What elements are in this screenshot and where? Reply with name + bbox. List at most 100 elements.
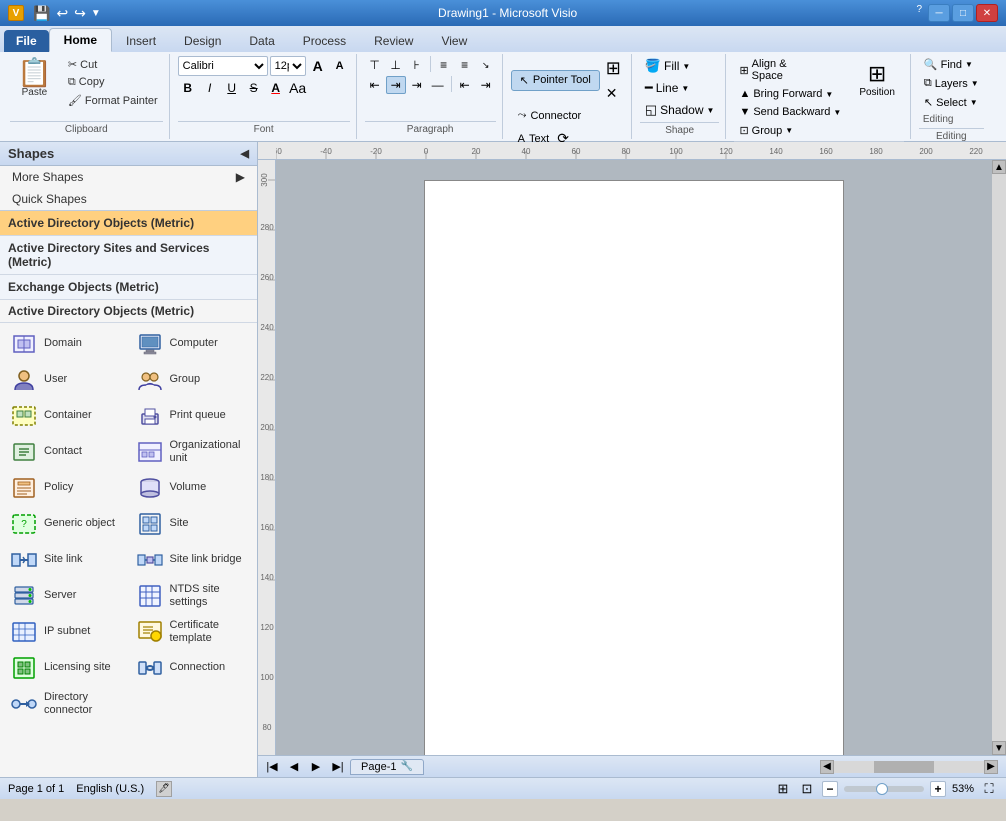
align-right-btn[interactable]: ⇥ (407, 76, 427, 94)
shadow-button[interactable]: ◱ Shadow ▼ (640, 100, 720, 120)
scroll-left-btn[interactable]: ◀ (820, 760, 834, 774)
full-screen-btn[interactable]: ⛶ (980, 780, 998, 798)
shape-server[interactable]: Server (4, 579, 128, 613)
tab-view[interactable]: View (427, 30, 481, 52)
shape-ip-subnet[interactable]: IP subnet (4, 615, 128, 649)
inc-indent-btn[interactable]: ⇥ (476, 76, 496, 94)
scroll-right-btn[interactable]: ▶ (984, 760, 998, 774)
select-button[interactable]: ↖ Select ▼ (919, 94, 983, 111)
shape-policy[interactable]: Policy (4, 471, 128, 505)
para-more-btn[interactable]: ↘ (476, 56, 496, 74)
tab-design[interactable]: Design (170, 30, 235, 52)
underline-btn[interactable]: U (222, 78, 242, 98)
canvas-content[interactable] (276, 160, 992, 755)
shape-certificate[interactable]: Certificate template (130, 615, 254, 649)
shape-org-unit[interactable]: Organizational unit (130, 435, 254, 469)
maximize-btn[interactable]: □ (952, 4, 974, 22)
tool-option-x[interactable]: ✕ (602, 83, 625, 104)
h-scroll-track[interactable] (834, 761, 984, 773)
align-middle-btn[interactable]: ⊥ (386, 56, 406, 74)
shape-domain[interactable]: Domain (4, 327, 128, 361)
tab-process[interactable]: Process (289, 30, 360, 52)
tool-option-box[interactable]: ⊞ (602, 56, 625, 81)
justify-btn[interactable]: — (428, 76, 448, 94)
shape-dir-connector[interactable]: Directory connector (4, 687, 128, 721)
layers-button[interactable]: ⧉ Layers ▼ (919, 75, 984, 92)
align-bottom-btn[interactable]: ⊦ (407, 56, 427, 74)
number-btn[interactable]: ≡ (455, 56, 475, 74)
bring-forward-btn[interactable]: ▲ Bring Forward ▼ (734, 86, 846, 102)
shape-site-link-bridge[interactable]: Site link bridge (130, 543, 254, 577)
bullet-btn[interactable]: ≡ (434, 56, 454, 74)
bold-btn[interactable]: B (178, 78, 198, 98)
font-family-select[interactable]: Calibri (178, 56, 268, 76)
tab-data[interactable]: Data (235, 30, 288, 52)
zoom-out-btn[interactable]: − (822, 781, 838, 797)
shape-computer[interactable]: Computer (130, 327, 254, 361)
right-scrollbar[interactable]: ▲ ▼ (992, 160, 1006, 755)
align-center-btn[interactable]: ⇥ (386, 76, 406, 94)
shape-contact[interactable]: Contact (4, 435, 128, 469)
qa-dropdown-btn[interactable]: ▼ (91, 8, 101, 19)
redo-qa-btn[interactable]: ↪ (74, 5, 86, 22)
fit-page-btn[interactable]: ⊡ (798, 780, 816, 798)
scroll-down-btn[interactable]: ▼ (992, 741, 1006, 755)
prev-page-btn[interactable]: ◀ (284, 758, 304, 776)
strikethrough-btn[interactable]: S (244, 78, 264, 98)
cut-button[interactable]: ✂ Cut (63, 56, 163, 73)
connector-button[interactable]: ⤳ Connector (511, 106, 589, 125)
first-page-btn[interactable]: |◀ (262, 758, 282, 776)
help-btn[interactable]: ? (916, 4, 922, 22)
tab-review[interactable]: Review (360, 30, 427, 52)
italic-btn[interactable]: I (200, 78, 220, 98)
category-exchange[interactable]: Exchange Objects (Metric) (0, 275, 257, 300)
group-btn[interactable]: ⊡ Group ▼ (734, 122, 846, 139)
copy-button[interactable]: ⧉ Copy (63, 74, 163, 91)
scroll-up-btn[interactable]: ▲ (992, 160, 1006, 174)
shape-licensing[interactable]: Licensing site (4, 651, 128, 685)
tab-home[interactable]: Home (49, 28, 112, 52)
category-active-directory[interactable]: Active Directory Objects (Metric) (0, 211, 257, 236)
shape-connection[interactable]: Connection (130, 651, 254, 685)
shape-group-item[interactable]: Group (130, 363, 254, 397)
shape-generic[interactable]: ? Generic object (4, 507, 128, 541)
save-qa-btn[interactable]: 💾 (33, 5, 50, 22)
fill-button[interactable]: 🪣 Fill ▼ (640, 56, 695, 76)
font-shrink-btn[interactable]: A (330, 56, 350, 76)
font-color-btn[interactable]: A (266, 78, 286, 98)
drawing-canvas[interactable] (424, 180, 844, 755)
align-distribute-btn[interactable]: ⊞ Align &Space (734, 56, 791, 84)
minimize-btn[interactable]: ─ (928, 4, 950, 22)
zoom-in-btn[interactable]: + (930, 781, 946, 797)
tab-file[interactable]: File (4, 30, 49, 52)
format-painter-button[interactable]: 🖌 Format Painter (63, 92, 163, 109)
quick-shapes-item[interactable]: Quick Shapes (0, 188, 257, 210)
align-top-btn[interactable]: ⊤ (365, 56, 385, 74)
undo-qa-btn[interactable]: ↩ (56, 5, 68, 22)
shape-volume[interactable]: Volume (130, 471, 254, 505)
more-shapes-item[interactable]: More Shapes ▶ (0, 166, 257, 188)
next-page-btn[interactable]: ▶ (306, 758, 326, 776)
shape-container[interactable]: Container (4, 399, 128, 433)
find-button[interactable]: 🔍 Find ▼ (919, 56, 978, 73)
tab-insert[interactable]: Insert (112, 30, 170, 52)
paste-button[interactable]: 📋 Paste (10, 56, 59, 101)
dec-indent-btn[interactable]: ⇤ (455, 76, 475, 94)
font-grow-btn[interactable]: A (308, 56, 328, 76)
clear-format-btn[interactable]: Aa (288, 78, 308, 98)
font-size-select[interactable]: 12pt (270, 56, 306, 76)
page-tab-1[interactable]: Page-1 🔧 (350, 759, 424, 775)
shape-printer[interactable]: Print queue (130, 399, 254, 433)
shapes-collapse-btn[interactable]: ◀ (241, 147, 249, 160)
shape-user[interactable]: User (4, 363, 128, 397)
zoom-slider[interactable] (844, 786, 924, 792)
fit-width-btn[interactable]: ⊞ (774, 780, 792, 798)
send-backward-btn[interactable]: ▼ Send Backward ▼ (734, 104, 846, 120)
align-left-btn[interactable]: ⇤ (365, 76, 385, 94)
shape-site-link[interactable]: Site link (4, 543, 128, 577)
category-ad-sites[interactable]: Active Directory Sites and Services (Met… (0, 236, 257, 275)
shape-ntds[interactable]: NTDS site settings (130, 579, 254, 613)
pointer-tool-button[interactable]: ↖ Pointer Tool (511, 70, 600, 91)
line-button[interactable]: ━ Line ▼ (640, 78, 694, 98)
shape-site[interactable]: Site (130, 507, 254, 541)
